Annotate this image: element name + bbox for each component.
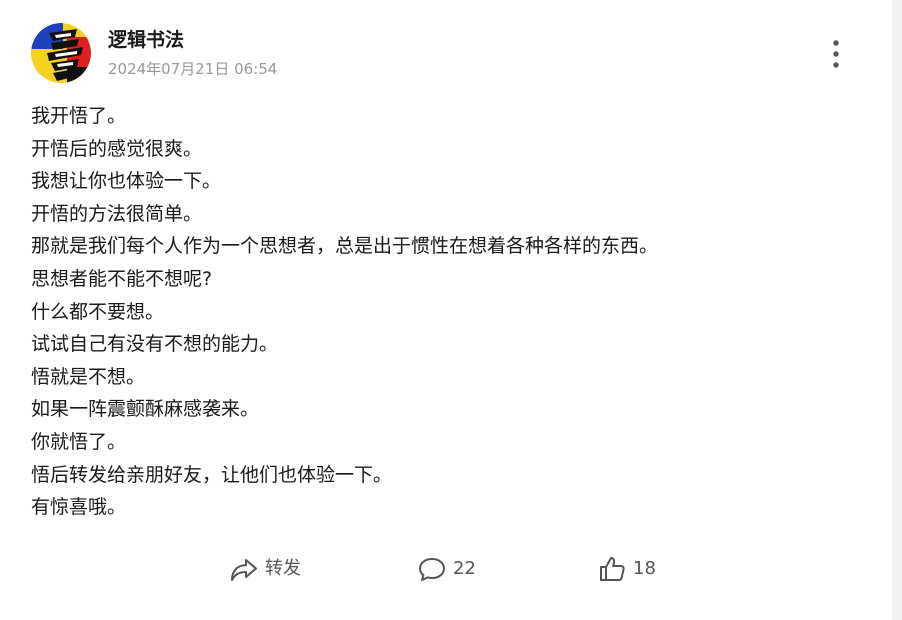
author-name[interactable]: 逻辑书法 bbox=[108, 27, 184, 53]
comment-button[interactable]: 22 bbox=[417, 552, 476, 586]
share-label: 转发 bbox=[265, 558, 301, 579]
post-content-line: 开悟后的感觉很爽。 bbox=[31, 137, 203, 160]
post-content-line: 我开悟了。 bbox=[31, 105, 127, 127]
share-button[interactable]: 转发 bbox=[229, 552, 301, 586]
share-arrow-icon bbox=[231, 559, 257, 581]
post-content-line: 如果一阵震颤酥麻感袭来。 bbox=[31, 398, 260, 421]
comment-bubble-icon bbox=[419, 558, 445, 581]
post-content-line: 开悟的方法很简单。 bbox=[31, 202, 203, 225]
scrollbar-track[interactable] bbox=[892, 0, 902, 620]
comment-count: 22 bbox=[453, 558, 476, 579]
post-content-line: 什么都不要想。 bbox=[31, 300, 165, 323]
post-content-line: 悟就是不想。 bbox=[31, 365, 146, 388]
post-content-line: 悟后转发给亲朋好友，让他们也体验一下。 bbox=[31, 463, 393, 486]
post-card: 逻辑书法 2024年07月21日 06:54 我开悟了。 开悟后的感觉很爽。 我… bbox=[0, 0, 892, 620]
more-vertical-icon bbox=[833, 40, 839, 68]
post-content-line: 试试自己有没有不想的能力。 bbox=[31, 333, 279, 356]
post-content-line: 你就悟了。 bbox=[31, 430, 127, 453]
thumbs-up-icon bbox=[600, 557, 625, 581]
avatar-image bbox=[31, 23, 91, 83]
post-timestamp: 2024年07月21日 06:54 bbox=[108, 60, 278, 78]
post-content: 我开悟了。 开悟后的感觉很爽。 我想让你也体验一下。 开悟的方法很简单。 那就是… bbox=[31, 100, 851, 524]
more-options-button[interactable] bbox=[822, 38, 850, 70]
like-button[interactable]: 18 bbox=[597, 552, 656, 586]
post-content-line: 思想者能不能不想呢? bbox=[31, 267, 213, 290]
post-content-line: 我想让你也体验一下。 bbox=[31, 170, 222, 193]
post-content-line: 那就是我们每个人作为一个思想者，总是出于惯性在想着各种各样的东西。 bbox=[31, 235, 659, 258]
post-content-line: 有惊喜哦。 bbox=[31, 496, 127, 519]
like-count: 18 bbox=[633, 558, 656, 579]
avatar[interactable] bbox=[31, 23, 91, 83]
